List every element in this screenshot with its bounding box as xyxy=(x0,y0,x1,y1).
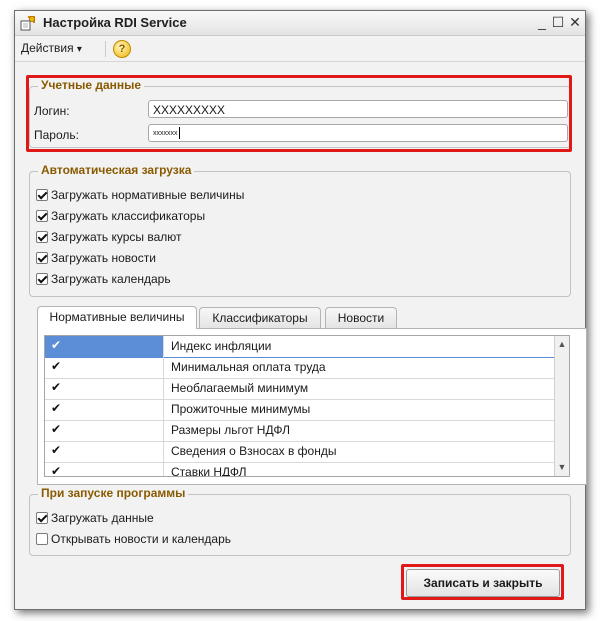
check-icon: ✔ xyxy=(51,359,62,373)
table-cell-check[interactable]: ✔ xyxy=(45,462,164,477)
checkbox-label: Открывать новости и календарь xyxy=(51,532,231,546)
save-button-highlight-frame xyxy=(401,564,564,600)
table-cell-check[interactable]: ✔ xyxy=(45,420,164,441)
help-icon[interactable]: ? xyxy=(113,40,131,58)
table-cell-check[interactable]: ✔ xyxy=(45,378,164,399)
table-cell-check[interactable]: ✔ xyxy=(45,399,164,420)
checkbox-checked-icon xyxy=(36,512,48,524)
actions-menu[interactable]: Действия ▾ xyxy=(21,41,82,55)
check-icon: ✔ xyxy=(51,338,62,352)
tab-normative[interactable]: Нормативные величины xyxy=(37,306,197,329)
checkbox-load-news[interactable]: Загружать новости xyxy=(36,251,156,265)
autoload-group-title: Автоматическая загрузка xyxy=(38,163,195,177)
checkbox-checked-icon xyxy=(36,231,48,243)
table-row[interactable]: ✔ Размеры льгот НДФЛ xyxy=(45,420,555,442)
checkbox-open-news-calendar[interactable]: Открывать новости и календарь xyxy=(36,532,231,546)
table-cell-name: Размеры льгот НДФЛ xyxy=(171,423,290,437)
checkbox-load-classifiers[interactable]: Загружать классификаторы xyxy=(36,209,205,223)
checkbox-label: Загружать нормативные величины xyxy=(51,188,245,202)
table-row[interactable]: ✔ Минимальная оплата труда xyxy=(45,357,555,379)
check-icon: ✔ xyxy=(51,464,62,477)
checkbox-label: Загружать данные xyxy=(51,511,154,525)
window-title: Настройка RDI Service xyxy=(43,15,187,30)
checkbox-label: Загружать курсы валют xyxy=(51,230,182,244)
table-row[interactable]: ✔ Сведения о Взносах в фонды xyxy=(45,441,555,463)
table-cell-name: Индекс инфляции xyxy=(171,339,272,353)
checkbox-load-normative[interactable]: Загружать нормативные величины xyxy=(36,188,244,202)
chevron-down-icon: ▾ xyxy=(76,44,82,55)
checkbox-checked-icon xyxy=(36,252,48,264)
table-row[interactable]: ✔ Прожиточные минимумы xyxy=(45,399,555,421)
checkbox-load-calendar[interactable]: Загружать календарь xyxy=(36,272,171,286)
scroll-up-icon[interactable]: ▲ xyxy=(555,337,569,351)
checkbox-label: Загружать новости xyxy=(51,251,156,265)
checkbox-checked-icon xyxy=(36,189,48,201)
table-cell-name: Прожиточные минимумы xyxy=(171,402,311,416)
autoload-group: Автоматическая загрузка Загружать нормат… xyxy=(29,163,571,297)
table-cell-name: Ставки НДФЛ xyxy=(171,465,247,477)
checkbox-unchecked-icon xyxy=(36,533,48,545)
title-bar: Настройка RDI Service _ ☐ ✕ xyxy=(15,11,585,36)
table-cell-name: Минимальная оплата труда xyxy=(171,360,326,374)
startup-group: При запуске программы Загружать данные О… xyxy=(29,486,571,556)
actions-menu-label: Действия xyxy=(21,41,74,55)
check-icon: ✔ xyxy=(51,443,62,457)
checkbox-checked-icon xyxy=(36,273,48,285)
checkbox-load-data[interactable]: Загружать данные xyxy=(36,511,154,525)
check-icon: ✔ xyxy=(51,401,62,415)
checkbox-load-currency[interactable]: Загружать курсы валют xyxy=(36,230,182,244)
toolbar-separator xyxy=(105,41,106,57)
app-icon xyxy=(20,16,35,31)
tab-classifiers[interactable]: Классификаторы xyxy=(199,307,321,328)
toolbar: Действия ▾ ? xyxy=(15,37,585,62)
check-icon: ✔ xyxy=(51,422,62,436)
credentials-highlight-frame xyxy=(26,75,572,152)
table-cell-name: Сведения о Взносах в фонды xyxy=(171,444,337,458)
tab-news[interactable]: Новости xyxy=(325,307,397,328)
table-row[interactable]: ✔ Ставки НДФЛ xyxy=(45,462,555,477)
table-scrollbar[interactable]: ▲ ▼ xyxy=(554,336,569,476)
table-cell-check[interactable]: ✔ xyxy=(45,357,164,378)
checkbox-label: Загружать классификаторы xyxy=(51,209,206,223)
normative-table[interactable]: ✔ Индекс инфляции ✔ Минимальная оплата т… xyxy=(44,335,570,477)
tab-panel: ✔ Индекс инфляции ✔ Минимальная оплата т… xyxy=(37,328,587,485)
table-cell-name: Необлагаемый минимум xyxy=(171,381,309,395)
table-row[interactable]: ✔ Индекс инфляции xyxy=(45,336,555,358)
checkbox-checked-icon xyxy=(36,210,48,222)
table-cell-check[interactable]: ✔ xyxy=(45,336,164,357)
maximize-button[interactable]: ☐ xyxy=(549,13,567,31)
table-row[interactable]: ✔ Необлагаемый минимум xyxy=(45,378,555,400)
settings-window: Настройка RDI Service _ ☐ ✕ Действия ▾ ?… xyxy=(14,10,587,610)
check-icon: ✔ xyxy=(51,380,62,394)
scroll-down-icon[interactable]: ▼ xyxy=(555,460,569,474)
startup-group-title: При запуске программы xyxy=(38,486,189,500)
checkbox-label: Загружать календарь xyxy=(51,272,171,286)
table-cell-check[interactable]: ✔ xyxy=(45,441,164,462)
close-button[interactable]: ✕ xyxy=(566,13,584,31)
